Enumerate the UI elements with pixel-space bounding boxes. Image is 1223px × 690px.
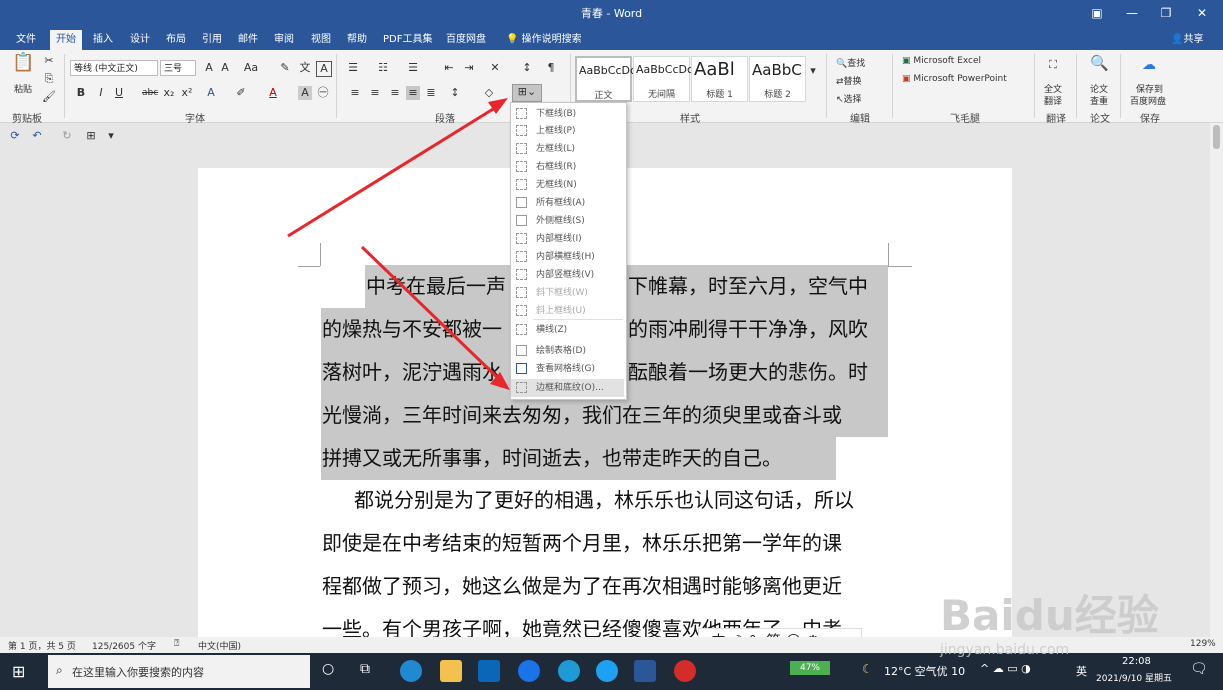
proofing-icon[interactable]: ⍰ <box>174 639 179 649</box>
task-view-icon[interactable]: ⧉ <box>360 661 370 677</box>
language[interactable]: 中文(中国) <box>198 639 241 652</box>
mail-icon[interactable] <box>478 660 500 682</box>
arrow-to-borders-button <box>287 104 499 238</box>
edge-icon[interactable] <box>400 660 422 682</box>
app-l-icon[interactable] <box>518 660 540 682</box>
baidu-watermark: Baidu经验 jingyan.baidu.com <box>930 560 1210 680</box>
arrow-to-borders-shading <box>360 245 502 382</box>
pdf-app-icon[interactable] <box>674 660 696 682</box>
word-icon[interactable] <box>634 660 656 682</box>
word-count[interactable]: 125/2605 个字 <box>92 639 156 652</box>
battery-widget[interactable]: 47% <box>790 661 830 675</box>
windows-start-icon[interactable]: ⊞ <box>12 662 30 681</box>
search-placeholder: 在这里输入你要搜索的内容 <box>72 666 204 679</box>
page-count[interactable]: 第 1 页，共 5 页 <box>8 639 76 652</box>
app-e-icon[interactable] <box>596 660 618 682</box>
ie-icon[interactable] <box>558 660 580 682</box>
taskbar-search-box[interactable]: ⌕ 在这里输入你要搜索的内容 <box>48 655 310 688</box>
watermark-brand: Baidu经验 <box>940 591 1159 640</box>
file-explorer-icon[interactable] <box>440 660 462 682</box>
search-icon: ⌕ <box>56 663 63 677</box>
watermark-url: jingyan.baidu.com <box>940 642 1070 658</box>
cortana-icon[interactable]: ○ <box>322 661 334 677</box>
weather-icon: ☾ <box>862 662 873 676</box>
